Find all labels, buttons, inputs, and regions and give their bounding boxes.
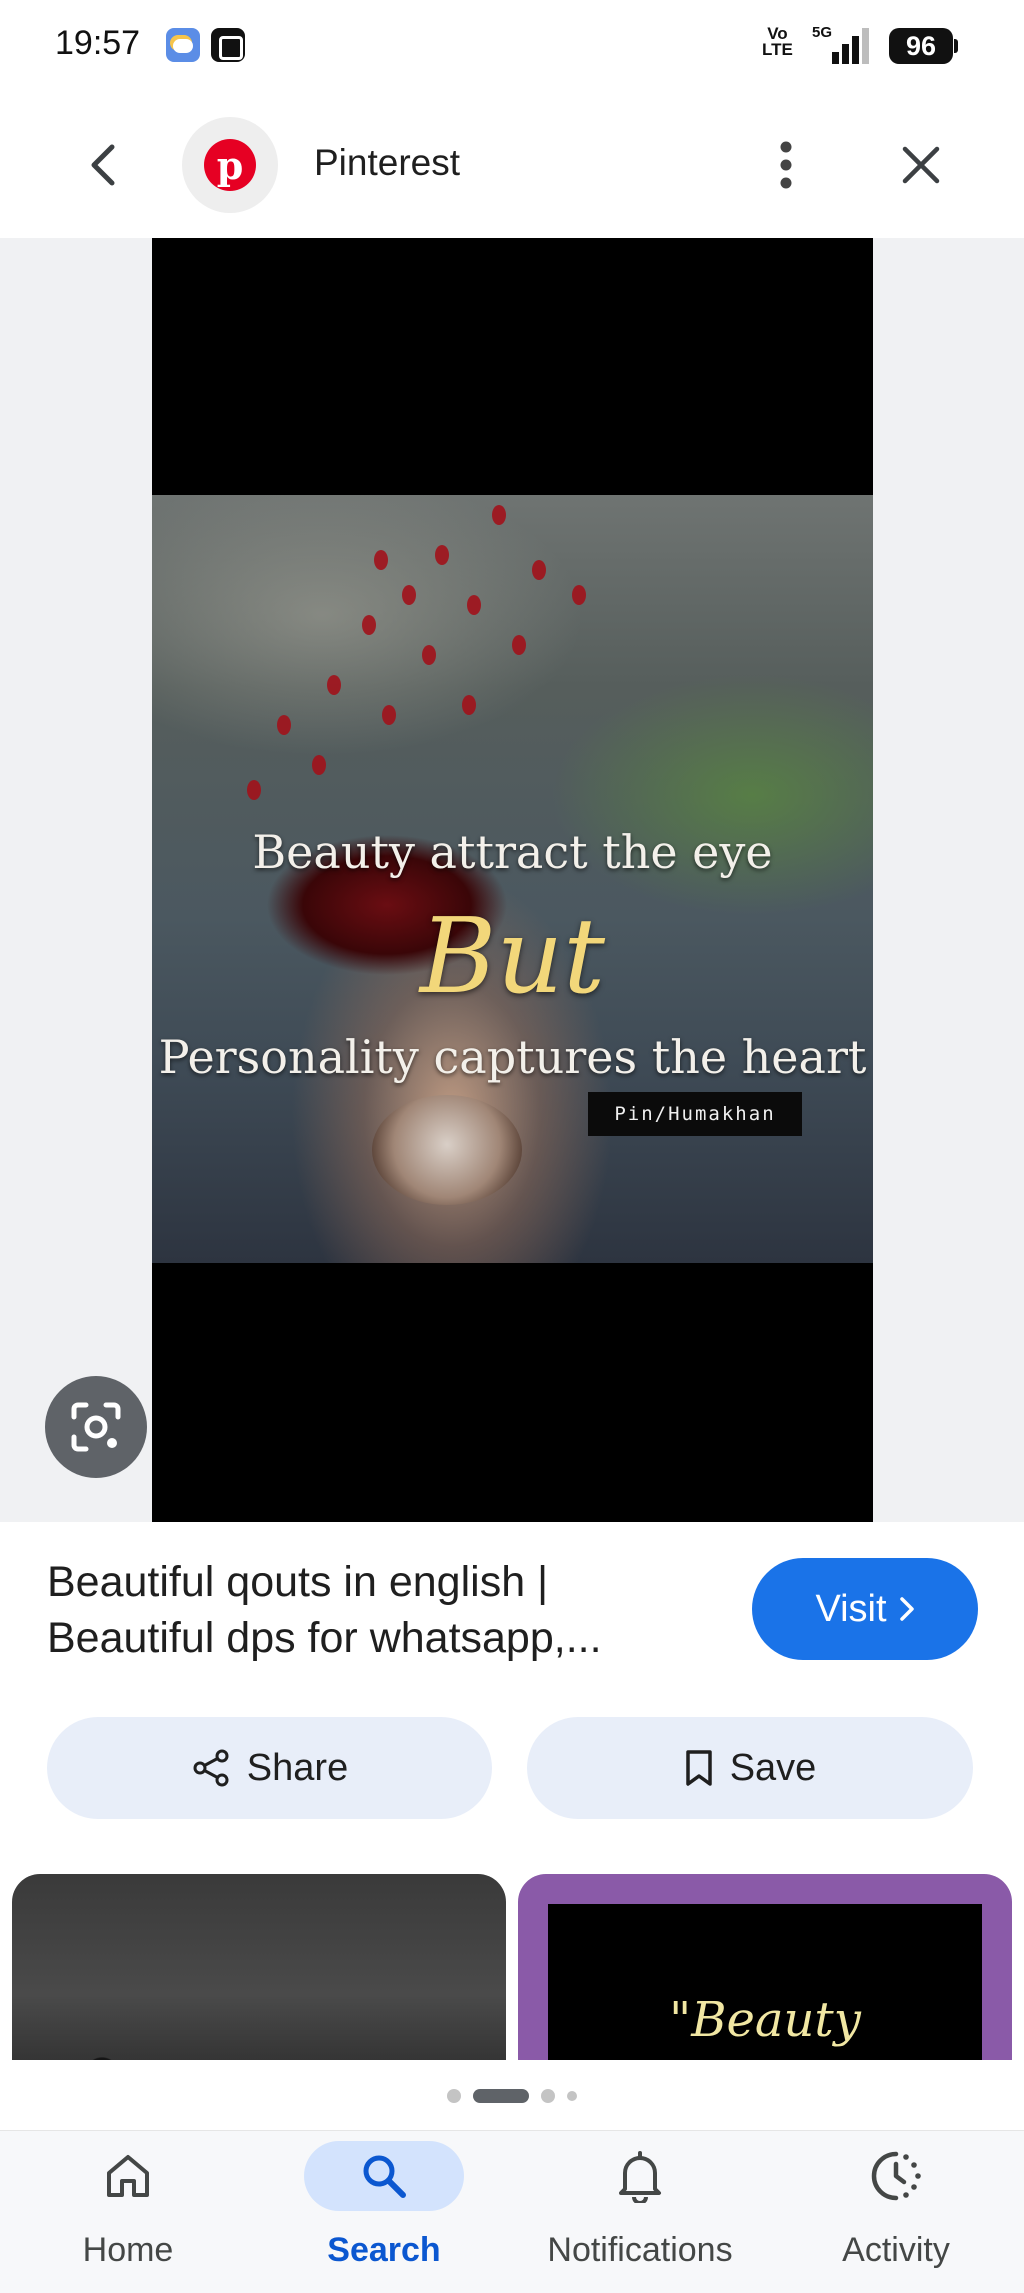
bell-icon <box>619 2151 661 2203</box>
chevron-left-icon <box>91 144 115 186</box>
activity-icon <box>871 2151 921 2201</box>
app-notification-icon <box>211 28 245 62</box>
weather-icon <box>166 28 200 62</box>
more-vert-icon <box>780 141 792 189</box>
share-icon <box>193 1749 229 1787</box>
nav-label: Home <box>82 2231 174 2269</box>
close-icon <box>902 146 940 184</box>
share-button[interactable]: Share <box>47 1717 492 1819</box>
back-button[interactable] <box>70 132 136 198</box>
nav-label: Search <box>327 2231 441 2269</box>
chevron-right-icon <box>899 1597 914 1621</box>
visit-label: Visit <box>815 1587 887 1630</box>
quote-but: But <box>419 895 606 1017</box>
site-name: Pinterest <box>314 142 461 183</box>
nav-icon-container <box>78 2141 178 2211</box>
page-dot-active <box>473 2089 529 2103</box>
watermark-label: Pin/Humakhan <box>588 1092 802 1136</box>
nav-icon-container <box>590 2141 690 2211</box>
lens-icon <box>71 1402 121 1452</box>
nav-icon-container <box>304 2141 464 2211</box>
watch-graphic <box>372 1095 522 1205</box>
page-indicator <box>0 2084 1024 2108</box>
app-bar: p Pinterest <box>0 92 1024 238</box>
nav-item-search[interactable]: Search <box>256 2131 512 2293</box>
more-options-button[interactable] <box>758 132 814 198</box>
share-label: Share <box>246 1746 349 1789</box>
related-image-inner: "Beauty <box>548 1904 982 2060</box>
signal-icon: 5G <box>812 24 876 64</box>
result-title[interactable]: Beautiful qouts in english | Beautiful d… <box>47 1554 707 1666</box>
status-bar: 19:57 Vo LTE 5G 96 <box>0 0 1024 92</box>
network-type-label: 5G <box>812 24 833 41</box>
nav-label: Notifications <box>547 2231 733 2269</box>
nav-item-home[interactable]: Home <box>0 2131 256 2293</box>
bottom-navigation: Home Search Notifications Activity <box>0 2130 1024 2293</box>
site-logo: p <box>182 117 278 213</box>
nav-label: Activity <box>842 2231 950 2269</box>
nav-item-notifications[interactable]: Notifications <box>512 2131 768 2293</box>
quote-photo: Beauty attract the eye But Personality c… <box>152 495 873 1263</box>
volte-indicator: Vo LTE <box>762 24 793 59</box>
search-icon <box>363 2155 406 2198</box>
pinterest-logo-icon: p <box>204 139 256 191</box>
battery-icon: 96 <box>889 28 958 64</box>
home-icon <box>107 2155 149 2197</box>
nav-icon-container <box>846 2141 946 2211</box>
bookmark-icon <box>685 1750 712 1786</box>
quote-line-2: Personality captures the heart <box>158 1030 867 1084</box>
tree-silhouette <box>12 2024 506 2060</box>
status-time: 19:57 <box>55 24 141 62</box>
related-caption: "Beauty <box>669 1992 861 2048</box>
image-viewer: Beauty attract the eye But Personality c… <box>0 238 1024 1522</box>
nav-item-activity[interactable]: Activity <box>768 2131 1024 2293</box>
pin-image[interactable]: Beauty attract the eye But Personality c… <box>152 238 873 1522</box>
save-button[interactable]: Save <box>527 1717 973 1819</box>
close-button[interactable] <box>888 132 954 198</box>
page-dot <box>447 2089 461 2103</box>
related-image-card[interactable]: "Beauty <box>518 1874 1012 2060</box>
save-label: Save <box>729 1746 817 1789</box>
related-images: "Beauty <box>0 1874 1024 2060</box>
page-dot <box>541 2089 555 2103</box>
lens-search-button[interactable] <box>45 1376 147 1478</box>
related-image-card[interactable] <box>12 1874 506 2060</box>
quote-line-1: Beauty attract the eye <box>252 825 773 879</box>
visit-button[interactable]: Visit <box>752 1558 978 1660</box>
page-dot <box>567 2091 577 2101</box>
